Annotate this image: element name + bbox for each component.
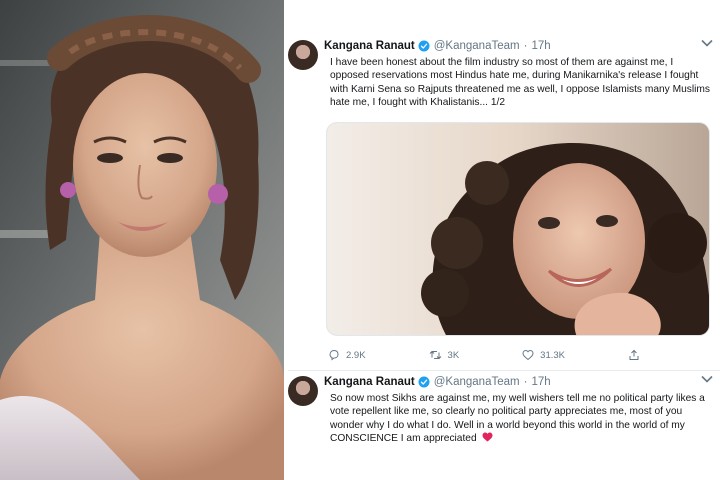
share-button[interactable] xyxy=(628,349,640,361)
verified-badge-icon xyxy=(418,376,430,388)
separator-dot: · xyxy=(523,40,528,52)
reply-icon xyxy=(329,349,339,361)
retweet-icon xyxy=(429,350,441,360)
timestamp[interactable]: 17h xyxy=(531,40,550,52)
author-handle[interactable]: @KanganaTeam xyxy=(434,376,520,388)
tweet-text: I have been honest about the film indust… xyxy=(330,57,710,108)
author-name[interactable]: Kangana Ranaut xyxy=(324,376,415,388)
tweet-header: Kangana Ranaut @KanganaTeam · 17h xyxy=(324,38,551,54)
retweet-count: 3K xyxy=(447,349,460,361)
like-count: 31.3K xyxy=(540,349,565,361)
tweet-text-content: So now most Sikhs are against me, my wel… xyxy=(330,393,705,444)
author-handle[interactable]: @KanganaTeam xyxy=(434,40,520,52)
red-heart-emoji xyxy=(482,432,493,442)
reply-button[interactable]: 2.9K xyxy=(328,349,366,361)
like-button[interactable]: 31.3K xyxy=(522,349,565,361)
heart-icon xyxy=(522,349,534,361)
tweet-divider xyxy=(288,370,720,371)
tweet-photo[interactable] xyxy=(326,122,710,336)
chevron-down-icon[interactable] xyxy=(700,39,714,47)
share-icon xyxy=(629,349,639,360)
chevron-down-icon[interactable] xyxy=(700,375,714,383)
avatar[interactable] xyxy=(288,376,318,406)
tweet-header: Kangana Ranaut @KanganaTeam · 17h xyxy=(324,374,551,390)
woman-portrait-photo xyxy=(0,0,284,480)
tweet-column: Kangana Ranaut @KanganaTeam · 17h I have… xyxy=(288,0,720,480)
verified-badge-icon xyxy=(418,40,430,52)
tweet-actions: 2.9K 3K 31.3K xyxy=(328,348,640,362)
retweet-button[interactable]: 3K xyxy=(429,349,460,361)
timestamp[interactable]: 17h xyxy=(531,376,550,388)
author-name[interactable]: Kangana Ranaut xyxy=(324,40,415,52)
avatar[interactable] xyxy=(288,40,318,70)
tweet-text: So now most Sikhs are against me, my wel… xyxy=(330,392,715,445)
reply-count: 2.9K xyxy=(346,349,366,361)
separator-dot: · xyxy=(523,376,528,388)
